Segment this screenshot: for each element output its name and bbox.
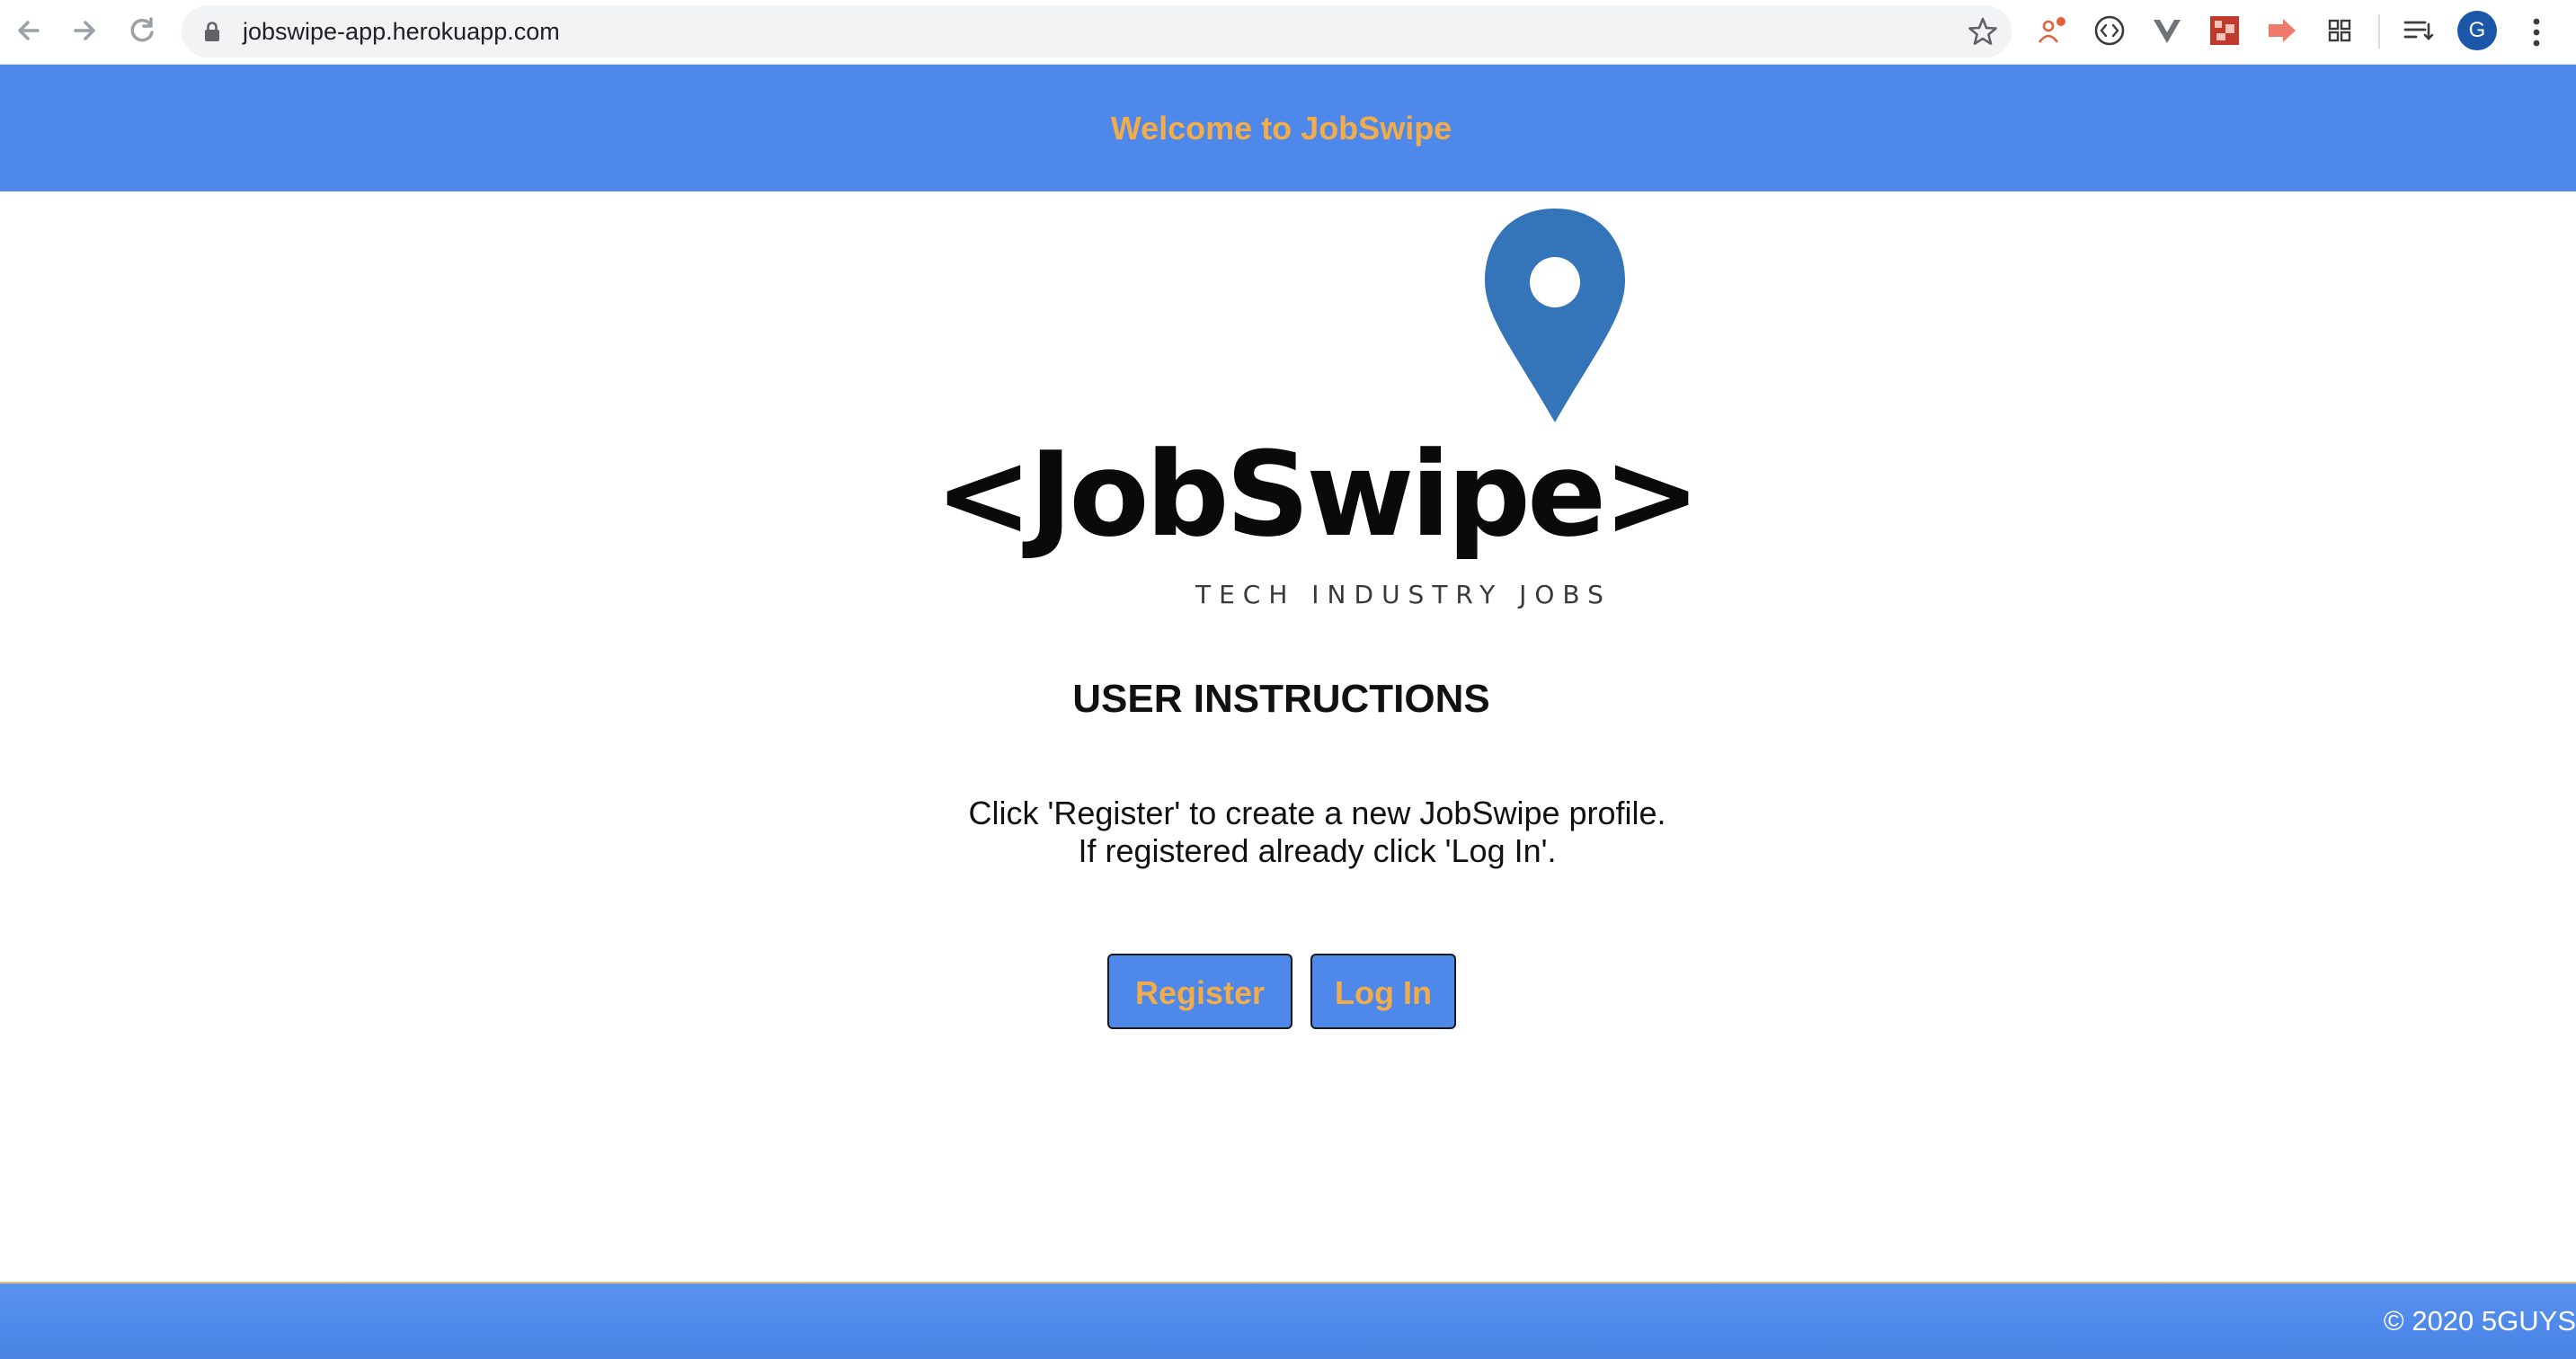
kebab-menu-icon[interactable] — [2526, 14, 2547, 50]
copyright-text: © 2020 5GUYS — [2383, 1305, 2576, 1337]
instructions-text: Click 'Register' to create a new JobSwip… — [72, 795, 2563, 870]
instructions-heading: USER INSTRUCTIONS — [1072, 677, 1490, 721]
instructions-line-1: Click 'Register' to create a new JobSwip… — [968, 795, 1666, 831]
extension-arrow-icon[interactable] — [2265, 13, 2299, 48]
location-pin-icon — [1485, 209, 1625, 422]
lock-icon — [205, 22, 219, 41]
register-button[interactable]: Register — [1107, 954, 1292, 1029]
extension-people-icon[interactable] — [2035, 13, 2069, 48]
instructions-line-2: If registered already click 'Log In'. — [1078, 832, 1557, 869]
back-arrow-icon — [18, 21, 40, 40]
extension-pixel-icon[interactable] — [2207, 13, 2242, 48]
reload-icon — [130, 17, 154, 42]
reload-button[interactable] — [122, 11, 162, 50]
back-button[interactable] — [9, 11, 49, 50]
jobswipe-logo: <JobSwipe> TECH INDUSTRY JOBS — [926, 198, 1701, 620]
logo-tagline: TECH INDUSTRY JOBS — [1195, 580, 1612, 609]
url-text: jobswipe-app.herokuapp.com — [243, 18, 560, 45]
toolbar-divider — [2378, 14, 2380, 49]
site-footer: © 2020 5GUYS — [0, 1282, 2576, 1359]
logo-wordmark: <JobSwipe> — [935, 426, 1701, 563]
welcome-title: Welcome to JobSwipe — [1110, 110, 1452, 147]
browser-toolbar: jobswipe-app.herokuapp.com G — [0, 0, 2576, 65]
reading-list-icon[interactable] — [2402, 13, 2436, 48]
address-bar[interactable]: jobswipe-app.herokuapp.com — [182, 5, 2012, 58]
login-button[interactable]: Log In — [1310, 954, 1456, 1029]
extension-vue-icon[interactable] — [2150, 13, 2184, 48]
extension-code-icon[interactable] — [2092, 13, 2127, 48]
profile-avatar[interactable]: G — [2457, 11, 2497, 50]
forward-arrow-icon — [74, 21, 95, 40]
forward-button[interactable] — [65, 11, 104, 50]
extension-grid-icon[interactable] — [2323, 13, 2357, 48]
bookmark-star-icon[interactable] — [1967, 15, 1999, 48]
site-header: Welcome to JobSwipe — [0, 65, 2576, 191]
